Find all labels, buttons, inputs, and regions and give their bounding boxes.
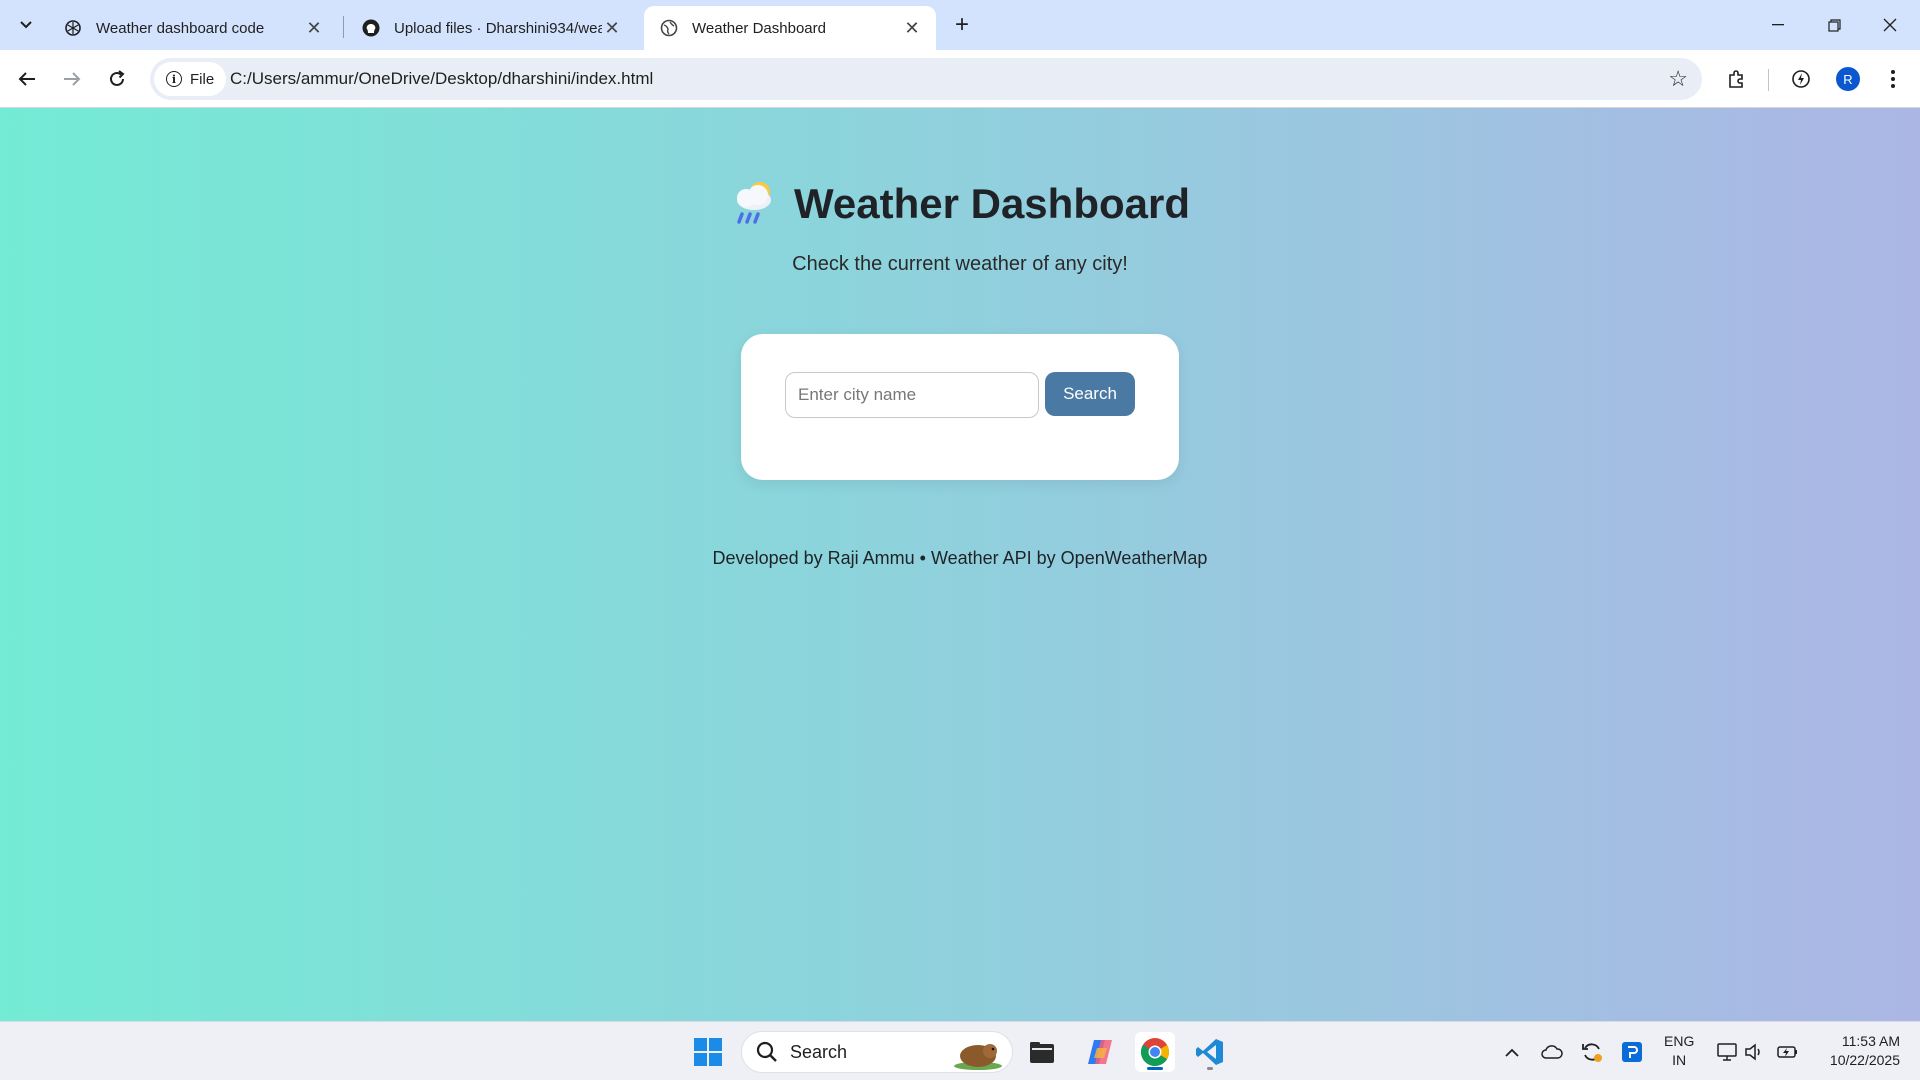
tab-search-button[interactable]	[12, 11, 40, 39]
tab-title: Weather dashboard code	[96, 19, 265, 37]
more-vertical-icon	[1891, 70, 1895, 88]
forward-button[interactable]	[55, 62, 89, 96]
input-language-indicator[interactable]: ENG IN	[1664, 1032, 1694, 1070]
region-code: IN	[1672, 1052, 1687, 1068]
blue-app-icon	[1622, 1042, 1642, 1062]
taskbar-search-label: Search	[790, 1041, 848, 1062]
site-info-chip[interactable]: i File	[154, 62, 227, 96]
speedometer-icon	[1792, 70, 1810, 88]
address-bar[interactable]: i File C:/Users/ammur/OneDrive/Desktop/d…	[150, 58, 1702, 100]
cloud-rain-sun-icon	[730, 178, 780, 226]
chevron-up-icon	[1505, 1048, 1519, 1057]
restore-icon	[1827, 18, 1841, 32]
reload-button[interactable]	[100, 62, 134, 96]
restore-button[interactable]	[1806, 0, 1862, 50]
active-app-indicator	[1147, 1067, 1163, 1070]
clock-time: 11:53 AM	[1841, 1033, 1900, 1049]
browser-toolbar: i File C:/Users/ammur/OneDrive/Desktop/d…	[0, 50, 1920, 108]
cloud-icon	[1541, 1045, 1563, 1059]
back-button[interactable]	[10, 62, 44, 96]
chatgpt-icon	[64, 19, 82, 37]
url-text[interactable]: C:/Users/ammur/OneDrive/Desktop/dharshin…	[230, 69, 653, 89]
chrome-icon	[1141, 1038, 1169, 1066]
start-button[interactable]	[688, 1032, 728, 1072]
file-explorer-icon	[1030, 1042, 1054, 1063]
network-icon	[1717, 1043, 1737, 1061]
close-window-button[interactable]	[1862, 0, 1918, 50]
puzzle-icon	[1729, 70, 1743, 88]
network-tray-button[interactable]	[1716, 1040, 1740, 1064]
search-button[interactable]: Search	[1045, 372, 1135, 416]
tab-upload-files[interactable]: Upload files · Dharshini934/wea ✕	[346, 6, 636, 50]
file-explorer-button[interactable]	[1022, 1032, 1062, 1072]
toolbar-divider	[1768, 69, 1769, 91]
clock-date: 10/22/2025	[1829, 1052, 1900, 1068]
browser-tab-strip: Weather dashboard code ✕ Upload files · …	[0, 0, 1920, 50]
profile-avatar[interactable]: R	[1836, 67, 1860, 91]
tab-weather-dashboard-code[interactable]: Weather dashboard code ✕	[48, 6, 338, 50]
close-icon[interactable]: ✕	[602, 18, 622, 38]
menu-button[interactable]	[1876, 62, 1910, 96]
info-icon: i	[166, 71, 182, 87]
wombat-highlight-icon	[954, 1044, 1002, 1070]
arrow-right-icon	[64, 72, 81, 86]
onedrive-tray-button[interactable]	[1540, 1040, 1564, 1064]
minimize-button[interactable]	[1750, 0, 1806, 50]
show-hidden-icons-button[interactable]	[1500, 1040, 1524, 1064]
site-info-label: File	[190, 70, 215, 88]
app-tray-button[interactable]	[1620, 1040, 1644, 1064]
plus-icon: +	[954, 11, 969, 38]
extensions-button[interactable]	[1720, 62, 1754, 96]
battery-charging-icon	[1777, 1046, 1797, 1058]
tab-divider	[343, 16, 344, 38]
search-icon	[756, 1041, 777, 1062]
tab-weather-dashboard[interactable]: Weather Dashboard ✕	[644, 6, 936, 50]
running-app-indicator	[1207, 1067, 1213, 1070]
vscode-button[interactable]	[1190, 1032, 1230, 1072]
windows-taskbar: Search ENG IN 11:53 AM 10/22/2025	[0, 1021, 1920, 1080]
close-icon[interactable]: ✕	[304, 18, 324, 38]
copilot-button[interactable]	[1080, 1032, 1120, 1072]
reload-icon	[110, 70, 125, 86]
close-icon[interactable]: ✕	[902, 18, 922, 38]
minimize-icon	[1772, 24, 1784, 26]
tab-title: Weather Dashboard	[692, 19, 826, 37]
sync-icon	[1582, 1043, 1602, 1062]
system-clock[interactable]: 11:53 AM 10/22/2025	[1816, 1032, 1900, 1070]
new-tab-button[interactable]: +	[948, 11, 976, 39]
sync-tray-button[interactable]	[1580, 1040, 1604, 1064]
page-subtitle: Check the current weather of any city!	[792, 253, 1128, 275]
github-icon	[362, 19, 380, 37]
vscode-icon	[1196, 1039, 1223, 1065]
page-content: Weather Dashboard Check the current weat…	[0, 108, 1920, 1021]
windows-start-icon	[694, 1038, 722, 1066]
page-footer: Developed by Raji Ammu • Weather API by …	[712, 548, 1208, 568]
globe-icon	[660, 19, 678, 37]
performance-button[interactable]	[1784, 62, 1818, 96]
page-title: Weather Dashboard	[794, 180, 1190, 227]
chevron-down-icon	[20, 21, 32, 29]
battery-tray-button[interactable]	[1776, 1040, 1800, 1064]
tab-title: Upload files · Dharshini934/wea	[394, 19, 602, 37]
bookmark-star-icon[interactable]: ☆	[1668, 66, 1688, 92]
taskbar-search-box[interactable]: Search	[741, 1031, 1013, 1073]
speaker-icon	[1745, 1043, 1760, 1061]
copilot-icon	[1088, 1040, 1112, 1064]
chrome-button[interactable]	[1135, 1032, 1175, 1072]
city-input[interactable]	[785, 372, 1039, 418]
arrow-left-icon	[18, 72, 35, 86]
search-card: Search	[741, 334, 1179, 480]
volume-tray-button[interactable]	[1742, 1040, 1766, 1064]
page-heading: Weather Dashboard	[0, 178, 1920, 228]
close-icon	[1883, 18, 1897, 32]
language-code: ENG	[1664, 1033, 1695, 1049]
